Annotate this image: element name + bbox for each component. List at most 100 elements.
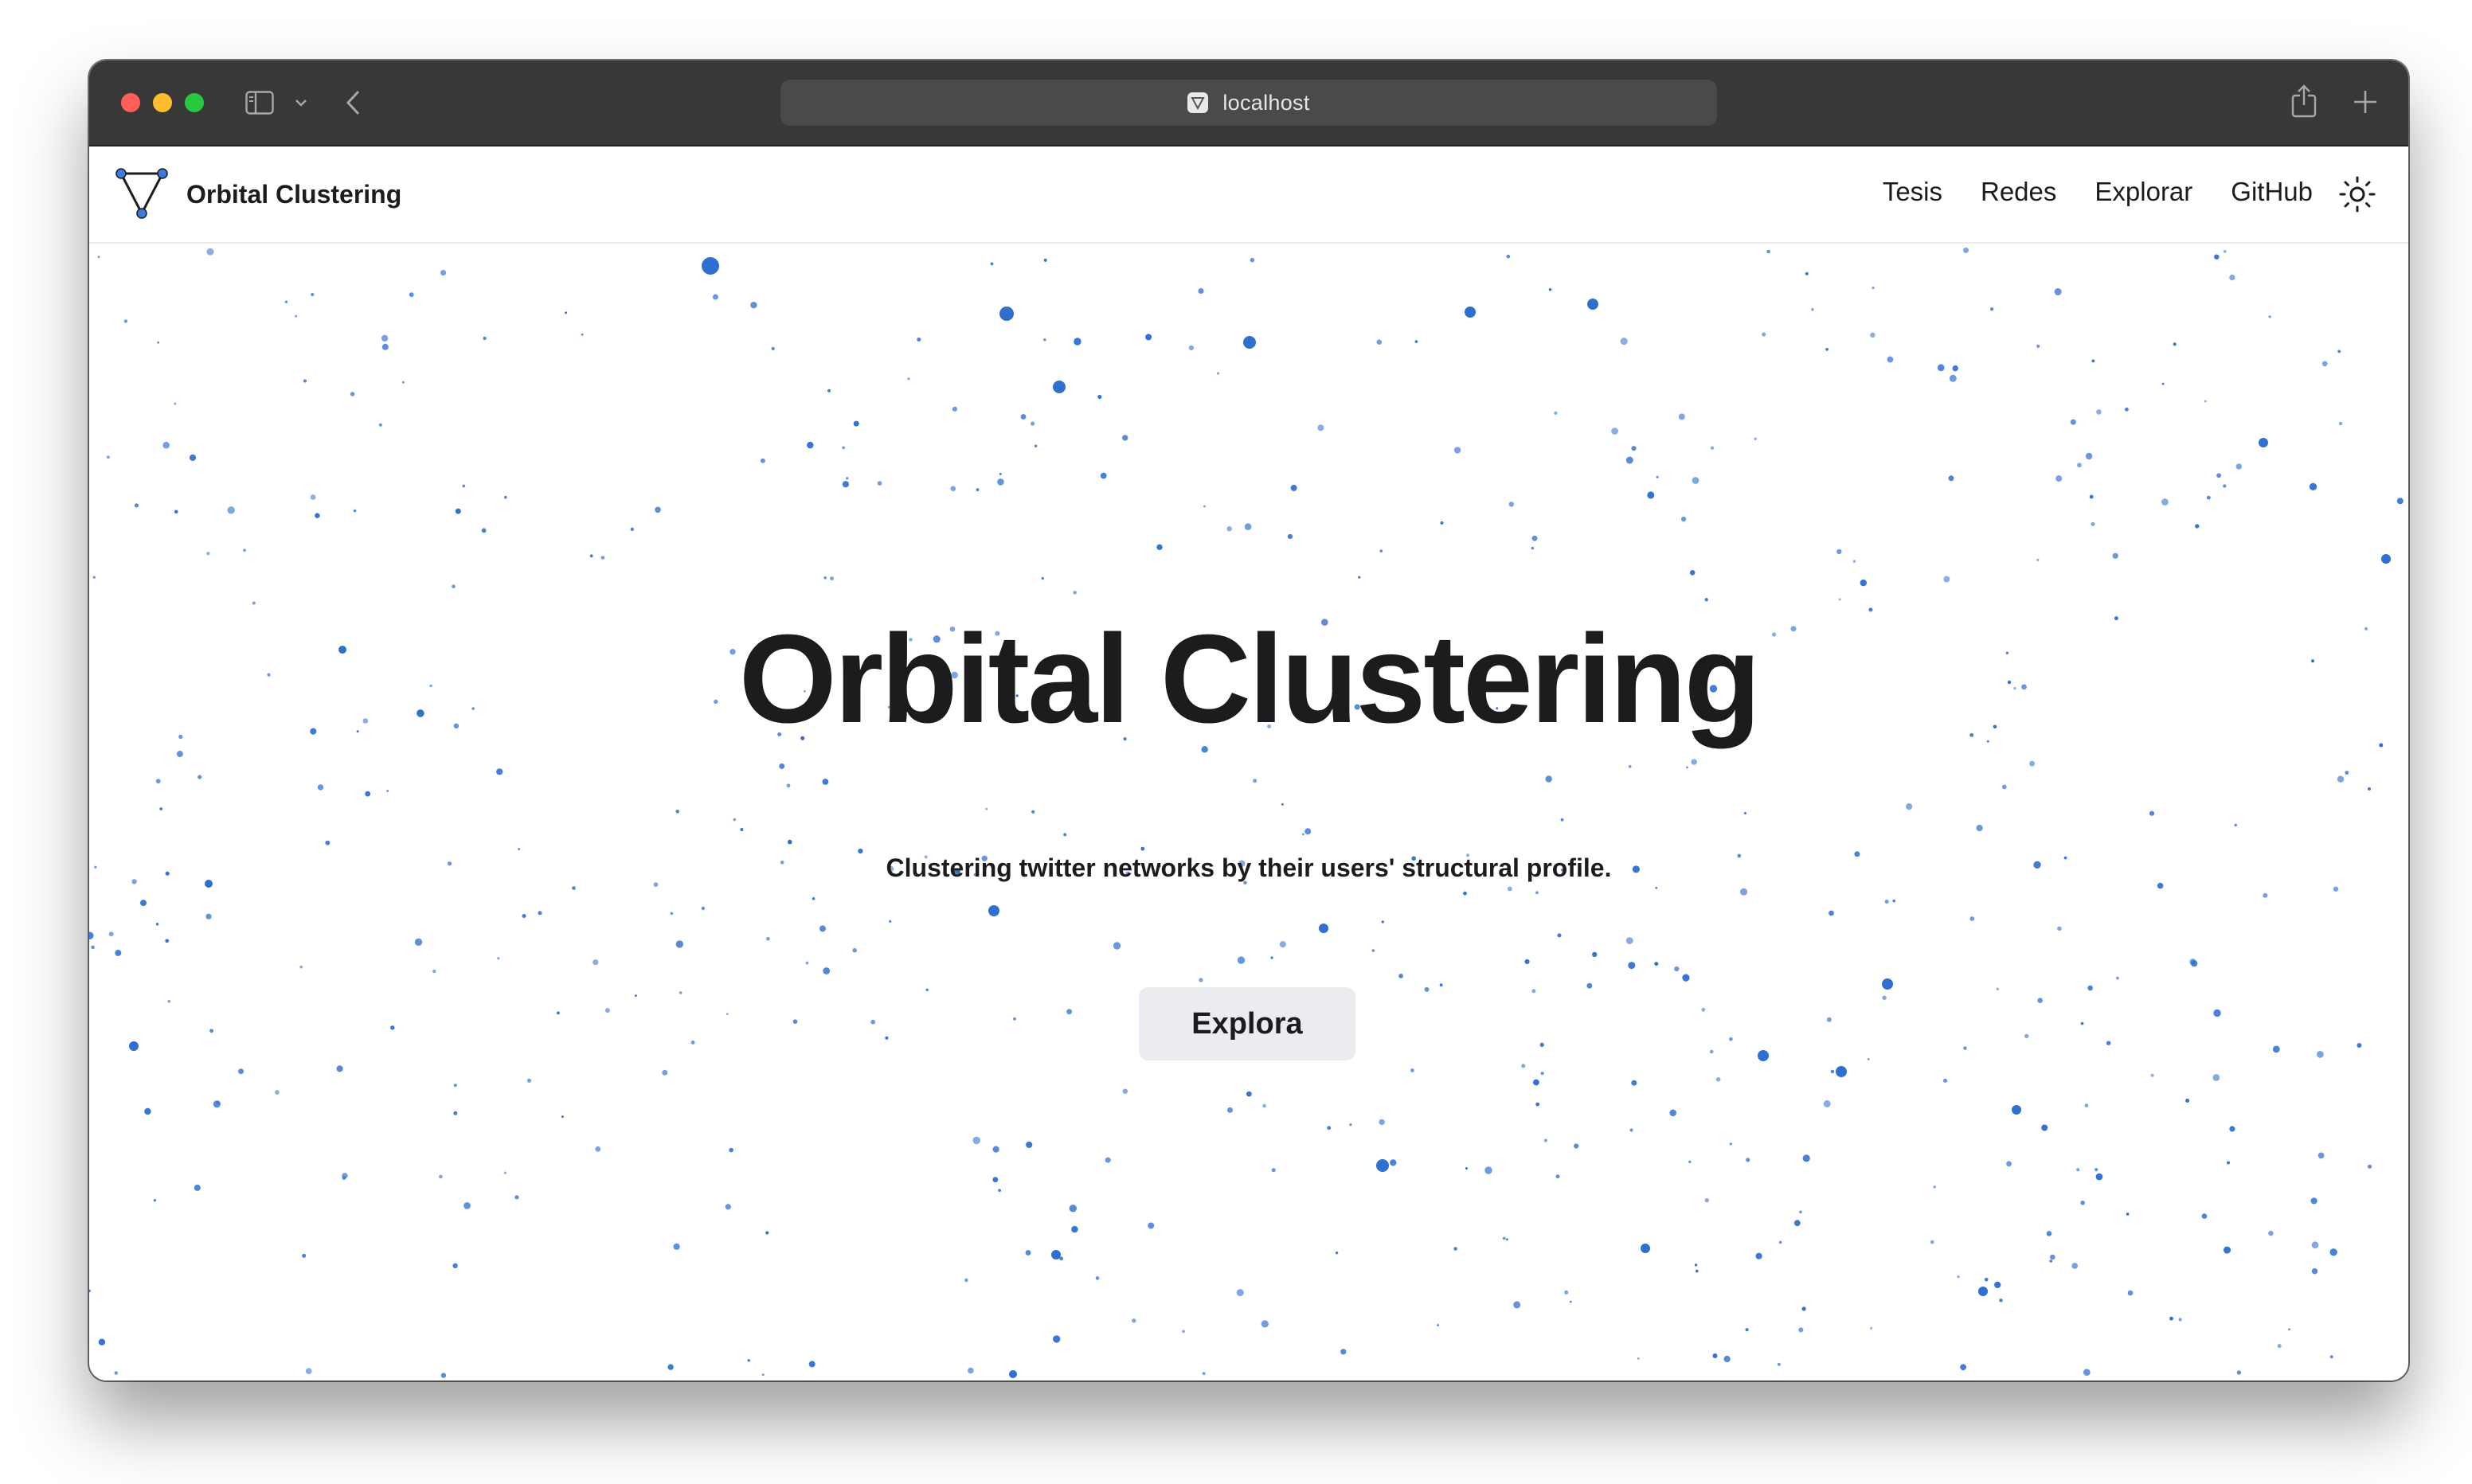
nav-link-redes[interactable]: Redes	[1981, 177, 2056, 207]
particle-node	[1674, 966, 1680, 972]
particle-node	[2127, 1290, 2134, 1296]
network-particles-background	[89, 193, 2408, 1378]
particle-node	[1952, 365, 1958, 372]
url-text: localhost	[1222, 90, 1310, 115]
particle-node	[1508, 502, 1515, 507]
particle-node	[381, 343, 389, 350]
particle-node	[1629, 1128, 1633, 1132]
particle-node	[2311, 1268, 2318, 1275]
particle-node	[1031, 421, 1035, 426]
minimize-window-button[interactable]	[153, 93, 172, 112]
particle-node	[1236, 1289, 1244, 1297]
particle-node	[213, 1100, 221, 1108]
particle-node	[988, 905, 999, 916]
particle-node	[1302, 833, 1304, 836]
particle-node	[557, 1011, 560, 1015]
particle-node	[1682, 974, 1690, 982]
particle-node	[134, 503, 139, 508]
particle-node	[1148, 1222, 1155, 1229]
particle-node	[1545, 775, 1552, 783]
particle-node	[992, 1177, 999, 1183]
particle-node	[1996, 987, 1999, 990]
close-window-button[interactable]	[121, 93, 140, 112]
particle-node	[2149, 810, 2155, 816]
particle-node	[238, 1068, 244, 1075]
particle-node	[792, 1019, 798, 1024]
particle-node	[1453, 447, 1461, 454]
particle-node	[462, 484, 466, 488]
particle-node	[1754, 437, 1757, 440]
particle-node	[1539, 1042, 1544, 1048]
particle-node	[1554, 411, 1558, 415]
particle-node	[593, 959, 599, 966]
particle-node	[1506, 1238, 1508, 1241]
particle-node	[162, 441, 170, 449]
particle-node	[1745, 1328, 1749, 1332]
sun-icon[interactable]	[2338, 175, 2376, 213]
particle-node	[1978, 1287, 1988, 1296]
particle-node	[2229, 1126, 2235, 1132]
particle-node	[999, 307, 1014, 321]
particle-node	[2106, 1041, 2111, 1045]
particle-node	[1631, 1080, 1637, 1086]
share-icon[interactable]	[2290, 84, 2318, 118]
particle-node	[823, 967, 831, 974]
particle-node	[463, 1202, 471, 1209]
particle-node	[1942, 1078, 1948, 1083]
particle-node	[336, 1065, 343, 1072]
particle-node	[2050, 1254, 2055, 1260]
particle-node	[2216, 473, 2222, 478]
particle-node	[1798, 1327, 1804, 1333]
particle-node	[1811, 307, 1814, 311]
particle-node	[1755, 1252, 1762, 1259]
particle-node	[2235, 463, 2242, 470]
particle-node	[917, 338, 921, 342]
particle-node	[1376, 339, 1383, 345]
nav-link-tesis[interactable]: Tesis	[1883, 177, 1942, 207]
particle-node	[157, 341, 159, 344]
particle-node	[302, 1253, 307, 1258]
particle-node	[822, 779, 829, 785]
new-tab-icon[interactable]	[2353, 89, 2378, 115]
particle-node	[2083, 1369, 2091, 1376]
particle-node	[1963, 247, 1969, 253]
particle-node	[1892, 899, 1895, 903]
particle-node	[414, 938, 423, 946]
particle-node	[1691, 759, 1697, 765]
nav-link-github[interactable]: GitHub	[2231, 177, 2313, 207]
particle-node	[1531, 989, 1536, 994]
explora-button[interactable]: Explora	[1139, 987, 1355, 1060]
particle-node	[2080, 1021, 2084, 1025]
particle-node	[206, 248, 214, 256]
particle-node	[1376, 1159, 1389, 1172]
back-arrow-icon[interactable]	[344, 89, 363, 116]
particle-node	[1949, 374, 1957, 382]
address-bar[interactable]: localhost	[780, 80, 1717, 126]
particle-node	[1349, 1123, 1352, 1127]
particle-node	[2204, 400, 2207, 403]
triangle-graph-logo-icon[interactable]	[115, 167, 169, 220]
particle-node	[390, 1025, 395, 1030]
particle-node	[159, 807, 163, 810]
sidebar-icon[interactable]	[245, 91, 274, 115]
particle-node	[295, 314, 298, 318]
particle-node	[123, 319, 128, 323]
particle-node	[1694, 1263, 1698, 1267]
particle-node	[2001, 784, 2007, 790]
chevron-down-icon[interactable]	[295, 97, 307, 108]
particle-node	[889, 920, 892, 923]
particle-node	[381, 334, 389, 342]
particle-node	[310, 494, 316, 500]
particle-node	[1381, 920, 1384, 924]
particle-node	[209, 1029, 213, 1033]
nav-link-explorar[interactable]: Explorar	[2095, 177, 2192, 207]
particle-node	[1025, 1250, 1031, 1256]
particle-node	[1053, 381, 1066, 393]
site-brand[interactable]: Orbital Clustering	[186, 180, 401, 209]
particle-node	[2309, 482, 2318, 490]
particle-node	[205, 913, 212, 920]
particle-node	[2116, 976, 2119, 980]
particle-node	[976, 488, 980, 491]
particle-node	[1071, 1225, 1078, 1233]
zoom-window-button[interactable]	[185, 93, 204, 112]
